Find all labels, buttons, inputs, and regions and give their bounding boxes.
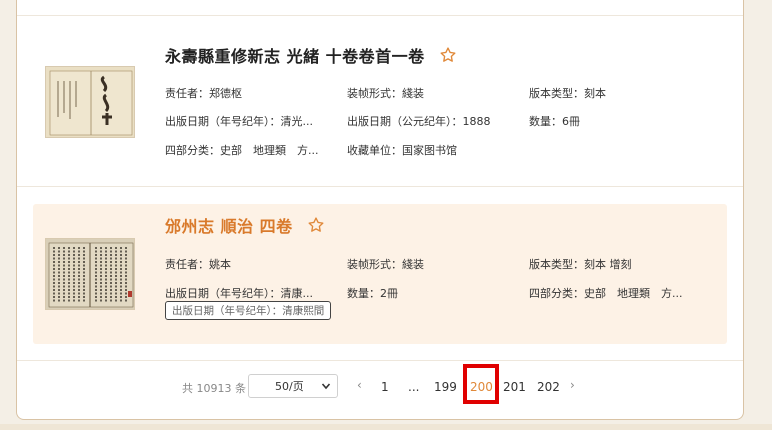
page-link[interactable]: 201 [503,380,526,394]
chevron-down-icon [321,383,331,390]
record-title-row: 永壽縣重修新志 光緒 十卷卷首一卷 [165,43,457,67]
page-size-select[interactable]: 50/页 [248,374,338,398]
result-record-hovered[interactable]: 邠州志 順治 四卷 责任者：姚本 装帧形式：綫装 版本类型：刻本 增刻 出版日期… [33,204,727,344]
favorite-star-icon[interactable] [307,216,325,234]
field-tooltip: 出版日期（年号纪年）：清康熙間 [165,301,332,320]
page-size-value: 50/页 [275,380,304,393]
separator [17,186,743,187]
field-era-date: 出版日期（年号纪年）：清光... [165,115,313,128]
prev-page-button[interactable]: ‹ [357,378,362,392]
book-thumbnail[interactable] [45,238,135,310]
separator [17,360,743,361]
field-edition: 版本类型：刻本 [529,87,606,100]
field-quantity: 数量：2冊 [347,287,398,300]
book-thumbnail[interactable] [45,66,135,138]
pagination-total: 共 10913 条 [182,382,246,395]
page-link[interactable]: 202 [537,380,560,394]
field-binding: 装帧形式：綫装 [347,87,424,100]
field-responsible: 责任者：郑德枢 [165,87,242,100]
pagination-ellipsis[interactable]: ... [408,380,419,394]
field-holder: 收藏单位：国家图书馆 [347,144,457,157]
field-ce-date: 出版日期（公元纪年）：1888 [347,115,491,128]
field-era-date: 出版日期（年号纪年）：清康... [165,287,313,300]
record-title-row: 邠州志 順治 四卷 [165,213,325,237]
field-category: 四部分类：史部 地理類 方... [165,144,319,157]
result-record[interactable]: 永壽縣重修新志 光緒 十卷卷首一卷 责任者：郑德枢 装帧形式：綫装 版本类型：刻… [17,16,743,186]
page-bottom-strip [0,424,772,430]
field-binding: 装帧形式：綫装 [347,258,424,271]
page-link-first[interactable]: 1 [381,380,389,394]
record-title[interactable]: 邠州志 順治 四卷 [165,213,293,237]
favorite-star-icon[interactable] [439,46,457,64]
field-category: 四部分类：史部 地理類 方... [529,287,683,300]
field-edition: 版本类型：刻本 增刻 [529,258,632,271]
field-quantity: 数量：6冊 [529,115,580,128]
field-responsible: 责任者：姚本 [165,258,231,271]
page-link[interactable]: 199 [434,380,457,394]
results-panel: 永壽縣重修新志 光緒 十卷卷首一卷 责任者：郑德枢 装帧形式：綫装 版本类型：刻… [16,0,744,420]
record-title[interactable]: 永壽縣重修新志 光緒 十卷卷首一卷 [165,43,425,67]
next-page-button[interactable]: › [570,378,575,392]
annotation-highlight-box [463,364,499,404]
